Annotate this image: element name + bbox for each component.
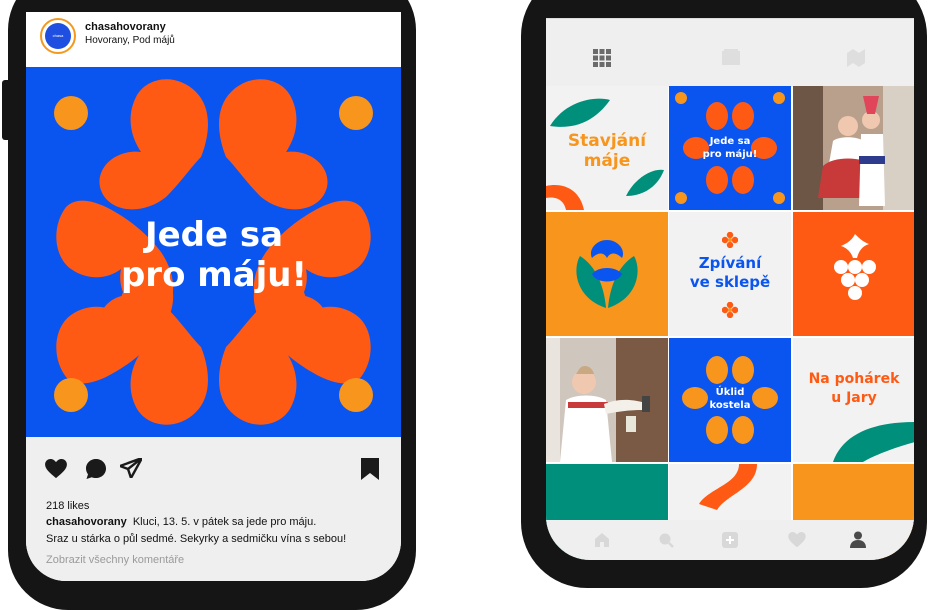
tulip-icon bbox=[576, 240, 638, 308]
tile-zpivani-line1: Zpívání bbox=[698, 254, 762, 272]
grapes-icon bbox=[834, 234, 876, 300]
bookmark-icon[interactable] bbox=[361, 458, 379, 480]
flower-icon bbox=[722, 232, 738, 248]
profile-tab-bar bbox=[546, 18, 914, 87]
tile-stavjani-line2: máje bbox=[583, 151, 631, 171]
grid-tile-na-poharek[interactable]: Na pohárek u Jary bbox=[793, 338, 914, 462]
tile-zpivani-line2: ve sklepě bbox=[689, 273, 771, 291]
add-icon[interactable] bbox=[722, 532, 738, 548]
tagged-icon[interactable] bbox=[847, 49, 865, 67]
post-title-line1: Jede sa bbox=[144, 215, 284, 255]
likes-count[interactable]: 218 likes bbox=[46, 500, 89, 512]
grid-tile-stavjani-maje[interactable]: Stavjání máje bbox=[546, 86, 668, 210]
grid-tile-photo-costume[interactable] bbox=[793, 86, 914, 210]
view-comments-link[interactable]: Zobrazit všechny komentáře bbox=[46, 554, 184, 566]
post-image[interactable]: Jede sa pro máju! bbox=[26, 67, 401, 437]
tile-uklid-line1: Úklid bbox=[715, 387, 745, 398]
reels-icon[interactable] bbox=[722, 49, 740, 67]
grid-tile-uklid-kostela[interactable]: Úklid kostela bbox=[669, 338, 791, 462]
heart-outline-icon[interactable] bbox=[788, 532, 806, 548]
tile-poharek-line2: u Jary bbox=[831, 390, 877, 406]
grid-tile-tulip[interactable] bbox=[546, 212, 668, 336]
profile-grid-screen: Stavjání máje Jede sa pro máju! Zpívání … bbox=[546, 18, 914, 560]
profile-icon[interactable] bbox=[850, 531, 866, 548]
flower-icon bbox=[722, 302, 738, 318]
comment-icon[interactable] bbox=[86, 459, 106, 479]
grid-tile-jede-sa[interactable]: Jede sa pro máju! bbox=[669, 86, 791, 210]
post-actions-panel: 218 likes chasahovorany Kluci, 13. 5. v … bbox=[26, 437, 401, 581]
photo-couple-in-costumes bbox=[793, 86, 914, 210]
avatar-logo: chasa hovorany bbox=[45, 23, 71, 64]
post-location[interactable]: Hovorany, Pod májů bbox=[85, 35, 175, 46]
send-icon[interactable] bbox=[120, 458, 142, 478]
avatar[interactable]: chasa hovorany bbox=[40, 18, 76, 64]
tile-jede-line2: pro máju! bbox=[702, 149, 758, 160]
post-username[interactable]: chasahovorany bbox=[85, 21, 166, 33]
grid-tile-zpivani[interactable]: Zpívání ve sklepě bbox=[669, 212, 791, 336]
caption-username[interactable]: chasahovorany bbox=[46, 516, 127, 528]
caption-line2: Sraz u stárka o půl sedmé. Sekyrky a sed… bbox=[46, 533, 347, 545]
home-icon[interactable] bbox=[594, 532, 610, 548]
tile-jede-line1: Jede sa bbox=[709, 136, 751, 147]
bottom-nav-bar bbox=[546, 520, 914, 560]
caption-line1: Kluci, 13. 5. v pátek sa jede pro máju. bbox=[132, 516, 317, 528]
post-screen: chasa hovorany chasahovorany Hovorany, P… bbox=[26, 12, 401, 581]
search-icon[interactable] bbox=[658, 532, 674, 548]
photo-boy-pouring-wine bbox=[546, 338, 668, 462]
grid-tile-photo-boy[interactable] bbox=[546, 338, 668, 462]
phone-side-button bbox=[2, 80, 12, 140]
grid-tile-grapes[interactable] bbox=[793, 212, 914, 336]
grid-icon[interactable] bbox=[593, 49, 611, 67]
tile-stavjani-line1: Stavjání bbox=[567, 131, 647, 151]
heart-icon[interactable] bbox=[45, 459, 67, 479]
post-title-line2: pro máju! bbox=[120, 255, 308, 295]
tile-poharek-line1: Na pohárek bbox=[808, 371, 900, 387]
post-caption: chasahovorany Kluci, 13. 5. v pátek sa j… bbox=[46, 514, 396, 548]
tile-uklid-line2: kostela bbox=[709, 400, 751, 411]
